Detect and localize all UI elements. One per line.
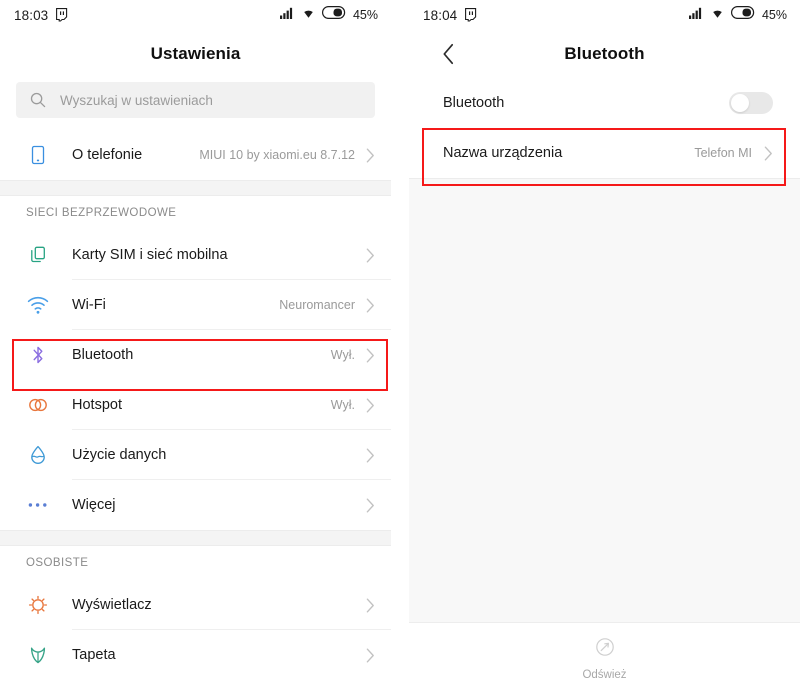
search-icon bbox=[30, 92, 46, 108]
settings-row-hotspot[interactable]: Hotspot Wył. bbox=[0, 380, 391, 430]
device-name-row[interactable]: Nazwa urządzenia Telefon MI bbox=[409, 128, 800, 178]
refresh-label: Odśwież bbox=[582, 669, 627, 681]
status-bar-left: 18:03 45% bbox=[0, 0, 391, 30]
section-header-wireless: SIECI BEZPRZEWODOWE bbox=[0, 196, 391, 230]
screenshot-root: 18:03 45% Ustawienia Wyszukaj w ustawien… bbox=[0, 0, 800, 694]
settings-row-data-usage[interactable]: Użycie danych bbox=[0, 430, 391, 480]
chevron-right-icon bbox=[366, 398, 375, 413]
settings-row-label: Więcej bbox=[72, 497, 116, 513]
bluetooth-screen: 18:04 45% Bluetooth Bluetooth Nazwa urzą… bbox=[409, 0, 800, 694]
battery-percent: 45% bbox=[761, 8, 787, 22]
settings-row-label: Wyświetlacz bbox=[72, 597, 152, 613]
twitch-icon bbox=[464, 8, 477, 22]
battery-icon bbox=[730, 6, 755, 24]
status-bar-indicators: 45% bbox=[688, 6, 787, 24]
chevron-right-icon bbox=[366, 498, 375, 513]
settings-row-label: Bluetooth bbox=[72, 347, 134, 363]
bluetooth-list: Bluetooth Nazwa urządzenia Telefon MI bbox=[409, 78, 800, 178]
more-dots-icon bbox=[23, 500, 53, 510]
settings-row-label: Tapeta bbox=[72, 647, 116, 663]
refresh-bar[interactable]: Odśwież bbox=[409, 622, 800, 694]
panel-gap bbox=[391, 0, 409, 694]
settings-title-bar: Ustawienia bbox=[0, 30, 391, 78]
status-bar-time: 18:04 bbox=[423, 7, 458, 23]
settings-list: O telefonie MIUI 10 by xiaomi.eu 8.7.12 … bbox=[0, 130, 391, 680]
wifi-icon bbox=[710, 6, 725, 24]
settings-row-label: Wi-Fi bbox=[72, 297, 106, 313]
hotspot-icon bbox=[23, 394, 53, 416]
status-bar-right: 18:04 45% bbox=[409, 0, 800, 30]
settings-row-label: O telefonie bbox=[72, 147, 143, 163]
twitch-icon bbox=[55, 8, 68, 22]
chevron-left-icon[interactable] bbox=[435, 41, 461, 67]
section-divider bbox=[0, 180, 391, 196]
device-name-value: Telefon MI bbox=[694, 146, 752, 160]
bluetooth-row-label: Bluetooth bbox=[443, 95, 505, 111]
battery-percent: 45% bbox=[352, 8, 378, 22]
settings-row-display[interactable]: Wyświetlacz bbox=[0, 580, 391, 630]
search-container: Wyszukaj w ustawieniach bbox=[0, 78, 391, 130]
chevron-right-icon bbox=[366, 248, 375, 263]
chevron-right-icon bbox=[366, 298, 375, 313]
chevron-right-icon bbox=[366, 598, 375, 613]
device-name-label: Nazwa urządzenia bbox=[443, 145, 563, 161]
settings-row-wifi[interactable]: Wi-Fi Neuromancer bbox=[0, 280, 391, 330]
settings-row-value: Wył. bbox=[330, 348, 355, 362]
cellular-signal-icon bbox=[688, 6, 704, 24]
refresh-icon bbox=[594, 636, 616, 663]
page-title: Ustawienia bbox=[150, 44, 241, 63]
page-title: Bluetooth bbox=[564, 44, 645, 63]
settings-row-wallpaper[interactable]: Tapeta bbox=[0, 630, 391, 680]
search-placeholder: Wyszukaj w ustawieniach bbox=[60, 92, 213, 108]
settings-screen: 18:03 45% Ustawienia Wyszukaj w ustawien… bbox=[0, 0, 391, 694]
battery-icon bbox=[321, 6, 346, 24]
settings-row-about-phone[interactable]: O telefonie MIUI 10 by xiaomi.eu 8.7.12 bbox=[0, 130, 391, 180]
search-input[interactable]: Wyszukaj w ustawieniach bbox=[16, 82, 375, 118]
data-usage-icon bbox=[23, 444, 53, 466]
cellular-signal-icon bbox=[279, 6, 295, 24]
display-sun-icon bbox=[23, 594, 53, 616]
bluetooth-title-bar: Bluetooth bbox=[409, 30, 800, 78]
settings-row-label: Użycie danych bbox=[72, 447, 167, 463]
status-bar-time: 18:03 bbox=[14, 7, 49, 23]
settings-row-value: MIUI 10 by xiaomi.eu 8.7.12 bbox=[199, 148, 355, 162]
chevron-right-icon bbox=[366, 448, 375, 463]
chevron-right-icon bbox=[366, 648, 375, 663]
bluetooth-toggle-row[interactable]: Bluetooth bbox=[409, 78, 800, 128]
settings-row-label: Hotspot bbox=[72, 397, 122, 413]
toggle-knob bbox=[731, 94, 749, 112]
section-header-personal: OSOBISTE bbox=[0, 546, 391, 580]
bluetooth-icon bbox=[23, 344, 53, 366]
chevron-right-icon bbox=[366, 148, 375, 163]
settings-row-value: Neuromancer bbox=[279, 298, 355, 312]
bluetooth-toggle[interactable] bbox=[729, 92, 773, 114]
status-bar-indicators: 45% bbox=[279, 6, 378, 24]
wifi-icon bbox=[23, 295, 53, 315]
settings-row-label: Karty SIM i sieć mobilna bbox=[72, 247, 228, 263]
settings-row-value: Wył. bbox=[330, 398, 355, 412]
phone-icon bbox=[23, 144, 53, 166]
wallpaper-tulip-icon bbox=[23, 644, 53, 666]
wifi-icon bbox=[301, 6, 316, 24]
settings-row-bluetooth[interactable]: Bluetooth Wył. bbox=[0, 330, 391, 380]
section-divider bbox=[0, 530, 391, 546]
empty-content-area bbox=[409, 178, 800, 622]
chevron-right-icon bbox=[366, 348, 375, 363]
chevron-right-icon bbox=[764, 146, 773, 161]
sim-cards-icon bbox=[23, 244, 53, 266]
settings-row-sim-cards[interactable]: Karty SIM i sieć mobilna bbox=[0, 230, 391, 280]
settings-row-more[interactable]: Więcej bbox=[0, 480, 391, 530]
